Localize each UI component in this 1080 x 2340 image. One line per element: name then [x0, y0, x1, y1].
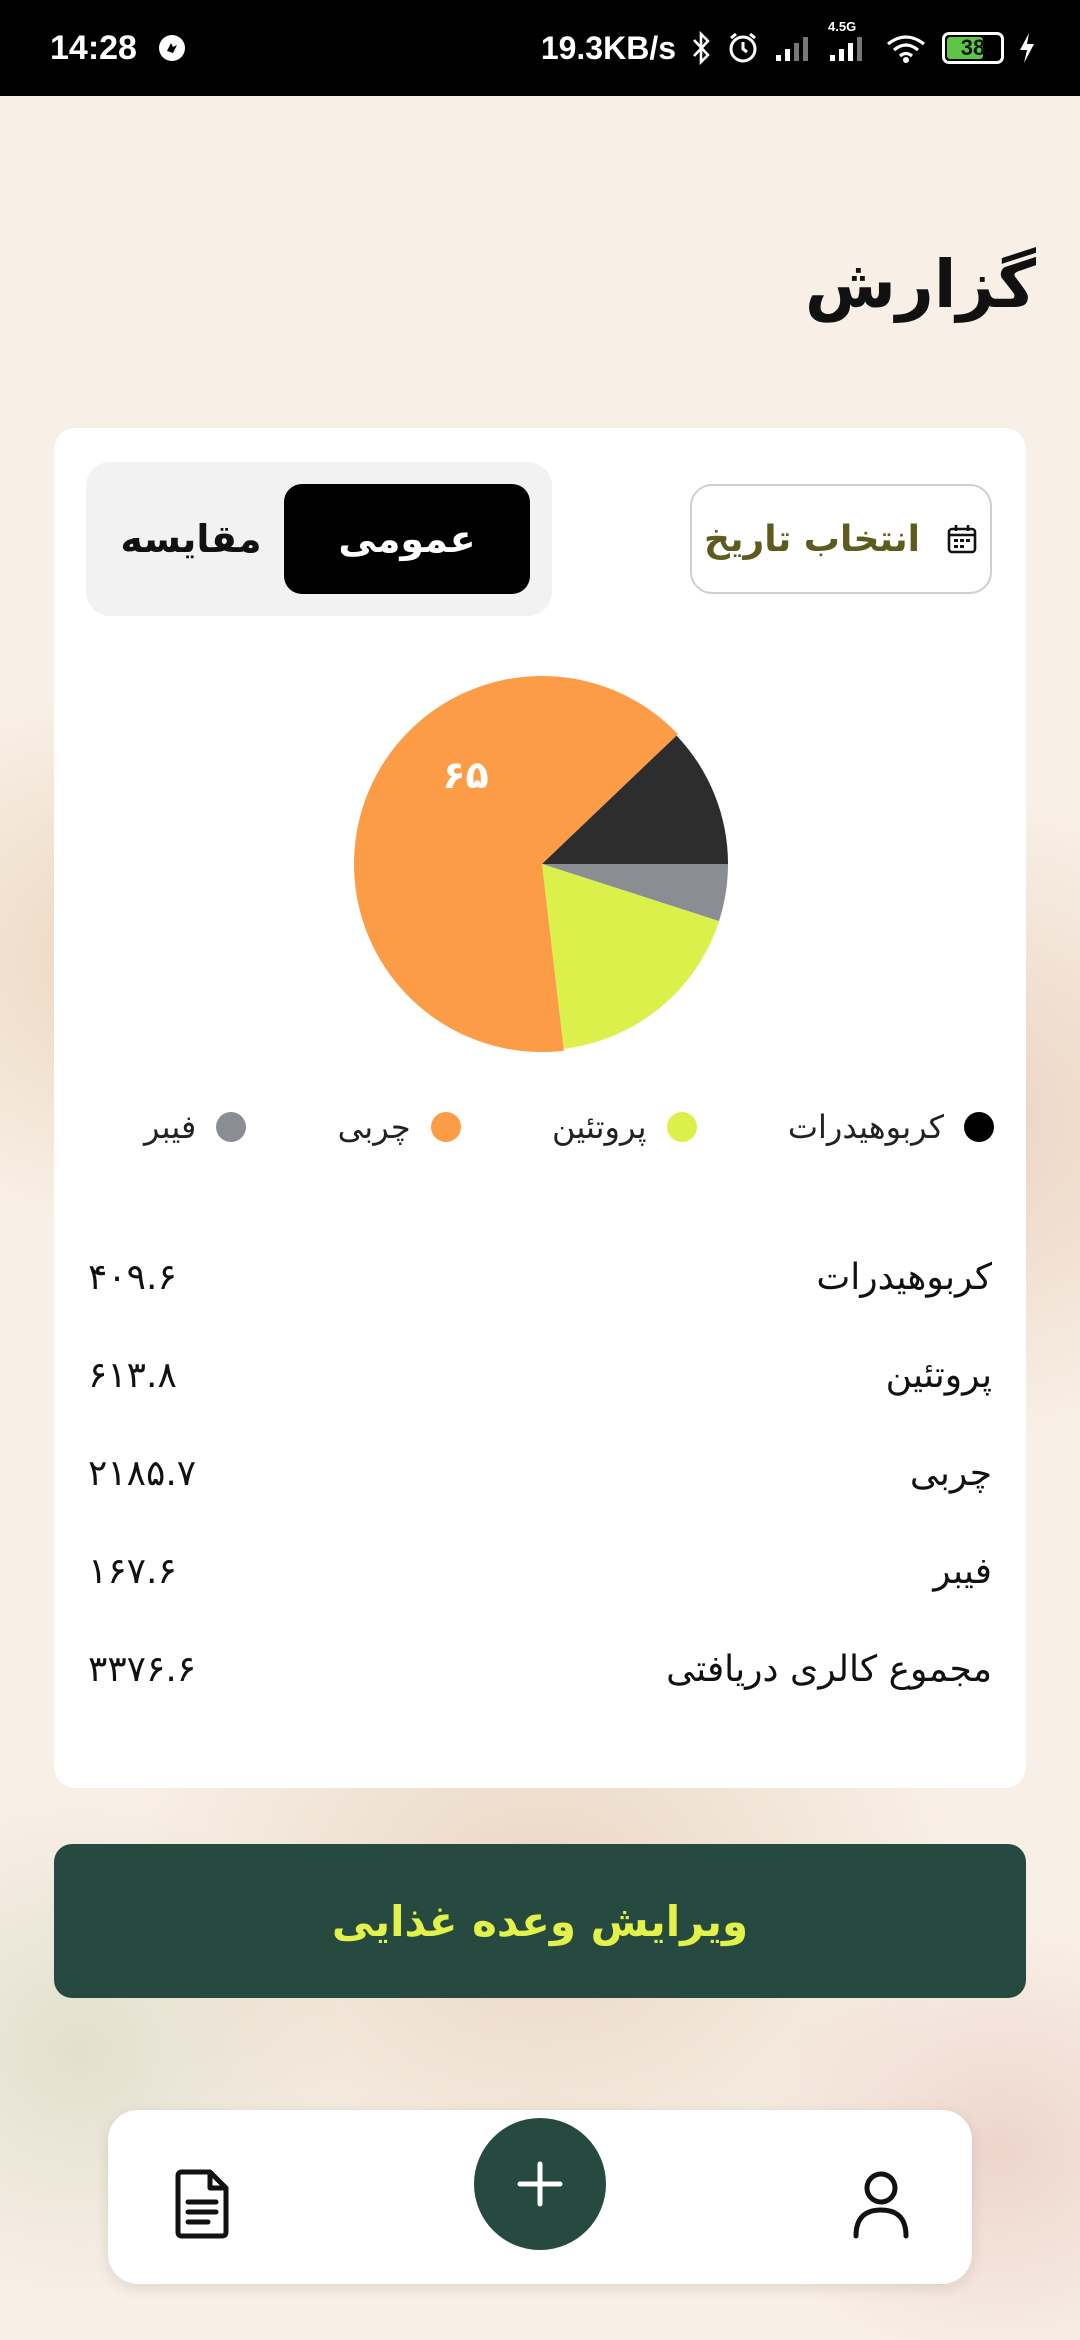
signal-4g-icon: 4.5G — [828, 19, 870, 63]
legend-dot — [964, 1112, 994, 1142]
signal-icon — [774, 33, 814, 63]
status-bar: 14:28 19.3KB/s 4.5G 38 — [0, 0, 1080, 96]
wifi-icon — [884, 32, 928, 64]
view-toggle: عمومی مقایسه — [86, 462, 552, 616]
bottom-navigation — [108, 2110, 972, 2284]
legend-dot — [430, 1112, 461, 1142]
tab-general[interactable]: عمومی — [284, 484, 530, 594]
legend-item-fiber: فیبر — [144, 1108, 247, 1146]
stat-row-fiber: فیبر ۱۶۷.۶ — [88, 1522, 992, 1620]
edit-meal-button[interactable]: ویرایش وعده غذایی — [54, 1844, 1026, 1998]
chart-legend: کربوهیدرات پروتئین چربی فیبر — [144, 1092, 994, 1162]
stat-row-carbs: کربوهیدرات ۴۰۹.۶ — [88, 1228, 992, 1326]
date-picker-button[interactable]: انتخاب تاریخ — [690, 484, 992, 594]
legend-item-protein: پروتئین — [552, 1108, 697, 1146]
stat-value: ۴۰۹.۶ — [88, 1256, 177, 1298]
legend-label: فیبر — [144, 1108, 197, 1146]
bluetooth-icon — [690, 31, 712, 65]
stat-row-total-calories: مجموع کالری دریافتی ۳۳۷۶.۶ — [88, 1620, 992, 1718]
legend-label: کربوهیدرات — [787, 1108, 944, 1146]
stat-row-protein: پروتئین ۶۱۳.۸ — [88, 1326, 992, 1424]
stat-value: ۲۱۸۵.۷ — [88, 1452, 197, 1494]
battery-level: 38 — [960, 35, 986, 60]
pie-data-label-fat: ۶۵ — [442, 753, 488, 797]
stat-value: ۱۶۷.۶ — [88, 1550, 177, 1592]
stat-label: چربی — [909, 1452, 992, 1494]
legend-dot — [216, 1112, 247, 1142]
stat-label: مجموع کالری دریافتی — [666, 1648, 992, 1690]
legend-label: پروتئین — [551, 1108, 647, 1146]
stat-label: کربوهیدرات — [816, 1256, 992, 1298]
stat-row-fat: چربی ۲۱۸۵.۷ — [88, 1424, 992, 1522]
legend-dot — [666, 1112, 697, 1142]
nutrition-pie-chart: ۶۵ — [342, 664, 742, 1064]
profile-icon[interactable] — [846, 2166, 916, 2240]
stat-label: پروتئین — [885, 1354, 992, 1396]
legend-item-carbs: کربوهیدرات — [788, 1108, 994, 1146]
plus-icon — [517, 2161, 563, 2207]
stat-label: فیبر — [933, 1550, 992, 1592]
report-document-icon[interactable] — [168, 2166, 238, 2240]
status-time: 14:28 — [50, 28, 137, 67]
legend-item-fat: چربی — [338, 1108, 461, 1146]
add-button[interactable] — [474, 2118, 606, 2250]
tab-compare[interactable]: مقایسه — [106, 484, 276, 594]
network-type-label: 4.5G — [828, 19, 857, 34]
status-speed: 19.3KB/s — [540, 29, 676, 66]
legend-label: چربی — [337, 1108, 411, 1146]
alarm-icon — [726, 31, 760, 65]
stat-value: ۳۳۷۶.۶ — [88, 1648, 197, 1690]
calendar-icon — [946, 523, 978, 555]
page-title: گزارش — [804, 246, 1036, 323]
stat-value: ۶۱۳.۸ — [88, 1354, 177, 1396]
app-notification-icon — [157, 33, 187, 63]
charging-icon — [1018, 32, 1036, 64]
date-picker-label: انتخاب تاریخ — [704, 518, 920, 560]
battery-icon: 38 — [942, 32, 1004, 64]
report-card: انتخاب تاریخ عمومی مقایسه ۶۵ کربوهیدرات … — [54, 428, 1026, 1788]
nutrition-stats: کربوهیدرات ۴۰۹.۶ پروتئین ۶۱۳.۸ چربی ۲۱۸۵… — [88, 1228, 992, 1718]
